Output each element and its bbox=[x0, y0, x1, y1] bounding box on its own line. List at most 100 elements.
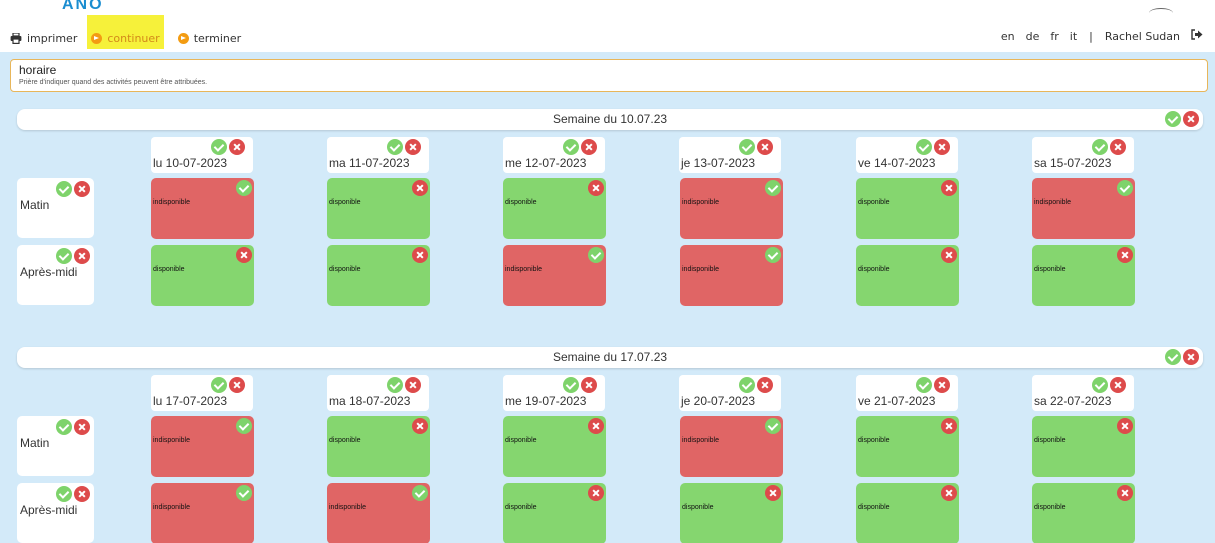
availability-cell[interactable]: indisponible bbox=[680, 416, 783, 477]
day-check-icon[interactable] bbox=[739, 377, 755, 393]
day-cross-icon[interactable] bbox=[1110, 377, 1126, 393]
period-cross-icon[interactable] bbox=[74, 181, 90, 197]
day-cross-icon[interactable] bbox=[229, 139, 245, 155]
cross-icon[interactable] bbox=[588, 485, 604, 501]
check-icon[interactable] bbox=[588, 247, 604, 263]
day-check-icon[interactable] bbox=[211, 377, 227, 393]
day-label: sa 15-07-2023 bbox=[1034, 156, 1112, 170]
availability-cell[interactable]: disponible bbox=[503, 178, 606, 239]
day-check-icon[interactable] bbox=[916, 377, 932, 393]
cross-icon[interactable] bbox=[412, 418, 428, 434]
availability-cell[interactable]: disponible bbox=[503, 416, 606, 477]
cross-icon[interactable] bbox=[412, 180, 428, 196]
week-title: Semaine du 10.07.23 bbox=[552, 112, 668, 126]
cross-icon[interactable] bbox=[941, 485, 957, 501]
day-check-icon[interactable] bbox=[1092, 139, 1108, 155]
finish-button[interactable]: terminer bbox=[177, 27, 241, 49]
check-icon[interactable] bbox=[765, 180, 781, 196]
day-check-icon[interactable] bbox=[1092, 377, 1108, 393]
check-icon[interactable] bbox=[236, 485, 252, 501]
availability-cell[interactable]: disponible bbox=[1032, 483, 1135, 543]
cross-icon[interactable] bbox=[1117, 485, 1133, 501]
availability-cell[interactable]: disponible bbox=[856, 245, 959, 306]
day-cross-icon[interactable] bbox=[229, 377, 245, 393]
availability-cell[interactable]: indisponible bbox=[151, 483, 254, 543]
availability-cell[interactable]: disponible bbox=[680, 483, 783, 543]
week-select-all-check-icon[interactable] bbox=[1165, 349, 1181, 365]
availability-cell[interactable]: indisponible bbox=[1032, 178, 1135, 239]
period-check-icon[interactable] bbox=[56, 419, 72, 435]
day-check-icon[interactable] bbox=[387, 139, 403, 155]
week-deselect-all-cross-icon[interactable] bbox=[1183, 349, 1199, 365]
day-cross-icon[interactable] bbox=[405, 139, 421, 155]
check-icon[interactable] bbox=[765, 418, 781, 434]
availability-cell[interactable]: indisponible bbox=[503, 245, 606, 306]
day-check-icon[interactable] bbox=[387, 377, 403, 393]
day-cross-icon[interactable] bbox=[581, 377, 597, 393]
period-cross-icon[interactable] bbox=[74, 248, 90, 264]
cross-icon[interactable] bbox=[1117, 247, 1133, 263]
availability-cell[interactable]: indisponible bbox=[151, 416, 254, 477]
period-cross-icon[interactable] bbox=[74, 486, 90, 502]
cross-icon[interactable] bbox=[236, 247, 252, 263]
availability-cell[interactable]: indisponible bbox=[151, 178, 254, 239]
day-check-icon[interactable] bbox=[563, 377, 579, 393]
availability-cell[interactable]: indisponible bbox=[327, 483, 430, 543]
logout-icon[interactable] bbox=[1191, 29, 1203, 43]
period-cross-icon[interactable] bbox=[74, 419, 90, 435]
day-cross-icon[interactable] bbox=[1110, 139, 1126, 155]
availability-cell[interactable]: disponible bbox=[856, 483, 959, 543]
check-icon[interactable] bbox=[236, 418, 252, 434]
cross-icon[interactable] bbox=[588, 180, 604, 196]
availability-cell[interactable]: disponible bbox=[151, 245, 254, 306]
check-icon[interactable] bbox=[236, 180, 252, 196]
check-icon[interactable] bbox=[412, 485, 428, 501]
availability-cell[interactable]: disponible bbox=[1032, 245, 1135, 306]
day-cross-icon[interactable] bbox=[581, 139, 597, 155]
day-cross-icon[interactable] bbox=[934, 139, 950, 155]
week-deselect-all-cross-icon[interactable] bbox=[1183, 111, 1199, 127]
availability-cell[interactable]: disponible bbox=[327, 178, 430, 239]
availability-cell[interactable]: disponible bbox=[1032, 416, 1135, 477]
cross-icon[interactable] bbox=[941, 418, 957, 434]
lang-de[interactable]: de bbox=[1026, 30, 1040, 43]
finish-arrow-icon bbox=[177, 32, 189, 44]
availability-cell[interactable]: disponible bbox=[503, 483, 606, 543]
lang-en[interactable]: en bbox=[1001, 30, 1015, 43]
day-cross-icon[interactable] bbox=[757, 377, 773, 393]
user-name[interactable]: Rachel Sudan bbox=[1105, 30, 1180, 43]
cross-icon[interactable] bbox=[941, 247, 957, 263]
day-check-icon[interactable] bbox=[739, 139, 755, 155]
availability-status: disponible bbox=[505, 504, 537, 511]
day-cross-icon[interactable] bbox=[405, 377, 421, 393]
day-cross-icon[interactable] bbox=[757, 139, 773, 155]
lang-fr[interactable]: fr bbox=[1050, 30, 1058, 43]
cross-icon[interactable] bbox=[1117, 418, 1133, 434]
lang-it[interactable]: it bbox=[1070, 30, 1077, 43]
check-icon[interactable] bbox=[765, 247, 781, 263]
availability-cell[interactable]: indisponible bbox=[680, 178, 783, 239]
availability-status: indisponible bbox=[153, 199, 190, 206]
availability-cell[interactable]: disponible bbox=[856, 178, 959, 239]
print-icon bbox=[10, 32, 22, 44]
availability-cell[interactable]: disponible bbox=[327, 245, 430, 306]
cross-icon[interactable] bbox=[941, 180, 957, 196]
day-check-icon[interactable] bbox=[563, 139, 579, 155]
period-check-icon[interactable] bbox=[56, 486, 72, 502]
week-header: Semaine du 10.07.23 bbox=[17, 109, 1203, 130]
print-button[interactable]: imprimer bbox=[10, 27, 77, 49]
availability-cell[interactable]: disponible bbox=[327, 416, 430, 477]
day-cross-icon[interactable] bbox=[934, 377, 950, 393]
week-select-all-check-icon[interactable] bbox=[1165, 111, 1181, 127]
continue-button[interactable]: continuer bbox=[87, 15, 164, 49]
cross-icon[interactable] bbox=[765, 485, 781, 501]
period-check-icon[interactable] bbox=[56, 181, 72, 197]
availability-cell[interactable]: indisponible bbox=[680, 245, 783, 306]
day-check-icon[interactable] bbox=[211, 139, 227, 155]
availability-cell[interactable]: disponible bbox=[856, 416, 959, 477]
period-check-icon[interactable] bbox=[56, 248, 72, 264]
cross-icon[interactable] bbox=[588, 418, 604, 434]
cross-icon[interactable] bbox=[412, 247, 428, 263]
day-check-icon[interactable] bbox=[916, 139, 932, 155]
check-icon[interactable] bbox=[1117, 180, 1133, 196]
